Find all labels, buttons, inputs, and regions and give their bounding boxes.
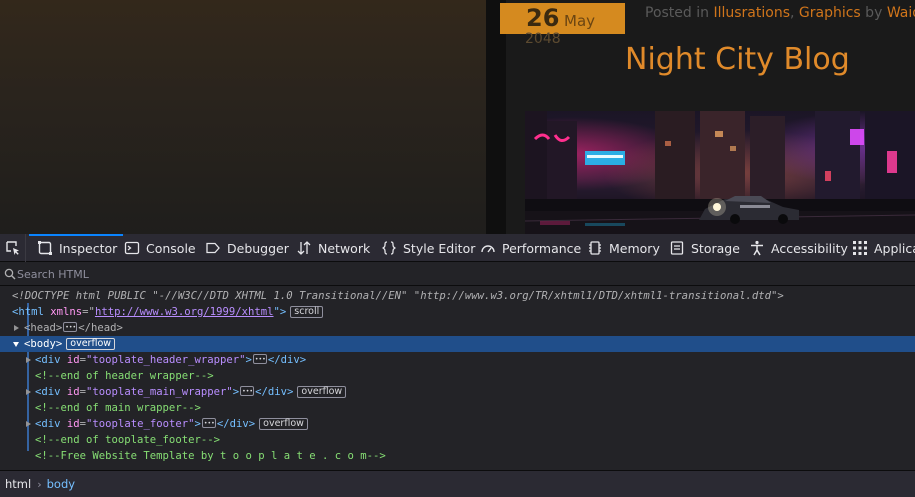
page-background (0, 0, 486, 234)
collapsed-content-icon[interactable] (252, 352, 267, 368)
comment-node: <!--end of tooplate_footer--> (35, 434, 220, 446)
performance-icon (481, 245, 495, 253)
post-date-badge: 26 May (500, 3, 625, 34)
console-icon (124, 241, 140, 255)
tab-inspector[interactable]: Inspector (28, 234, 124, 262)
tab-label: Storage (691, 240, 740, 256)
expand-twisty[interactable] (24, 416, 34, 432)
html-node: <html xmlns="http://www.w3.org/1999/xhtm… (12, 304, 324, 320)
chevron-right-icon: › (37, 477, 42, 491)
markup-row-head[interactable]: <head></head> (0, 320, 915, 336)
div-node-footer: <div id="tooplate_footer"></div>overflow (35, 416, 308, 432)
application-icon (853, 241, 867, 255)
div-node-main-wrapper: <div id="tooplate_main_wrapper"></div>ov… (35, 384, 347, 400)
comment-node: <!--end of header wrapper--> (35, 370, 214, 382)
post-date-day: 26 (526, 4, 560, 32)
tab-label: Memory (609, 240, 660, 256)
comment-node: <!--end of main wrapper--> (35, 402, 201, 414)
style-editor-icon (382, 241, 396, 255)
devtools-panel: Inspector Console Debugger Network Style… (0, 234, 915, 497)
markup-row-main-wrapper[interactable]: <div id="tooplate_main_wrapper"></div>ov… (0, 384, 915, 400)
head-node: <head></head> (24, 320, 123, 336)
search-html-input[interactable] (17, 265, 897, 284)
markup-row-header-wrapper[interactable]: <div id="tooplate_header_wrapper"></div> (0, 352, 915, 368)
overflow-badge[interactable]: overflow (259, 418, 308, 430)
tab-label: Console (146, 240, 196, 256)
tab-style-editor[interactable]: Style Editor (381, 234, 475, 262)
blog-title: Night City Blog (625, 42, 850, 77)
tab-application[interactable]: Applica (852, 234, 915, 262)
post-meta-by: by (860, 5, 887, 21)
post-meta: Posted in Illusrations, Graphics by Waid… (645, 5, 915, 21)
network-icon (297, 241, 311, 255)
post-meta-prefix: Posted in (645, 5, 714, 21)
inspector-icon (38, 241, 52, 255)
overflow-badge[interactable]: overflow (66, 338, 116, 350)
markup-view: <!DOCTYPE html PUBLIC "-//W3C//DTD XHTML… (0, 287, 915, 470)
breadcrumb-item-body[interactable]: body (47, 477, 75, 491)
memory-icon (589, 241, 601, 255)
search-bar (0, 263, 915, 286)
tab-storage[interactable]: Storage (669, 234, 740, 262)
collapsed-content-icon[interactable] (63, 320, 78, 336)
search-icon (4, 268, 16, 280)
markup-row-comment[interactable]: <!--end of tooplate_footer--> (0, 432, 915, 448)
expand-twisty[interactable] (12, 320, 22, 336)
category-link-illustrations[interactable]: Illusrations (713, 5, 790, 21)
markup-row-comment[interactable]: <!--Free Website Template by t o o p l a… (0, 448, 915, 464)
tab-performance[interactable]: Performance (480, 234, 581, 262)
markup-row-footer[interactable]: <div id="tooplate_footer"></div>overflow (0, 416, 915, 432)
comment-node: <!--Free Website Template by t o o p l a… (35, 450, 386, 462)
tab-label: Inspector (59, 240, 118, 256)
collapsed-content-icon[interactable] (201, 416, 216, 432)
tab-console[interactable]: Console (124, 234, 196, 262)
body-node: <body> overflow (24, 336, 116, 352)
tab-network[interactable]: Network (296, 234, 370, 262)
expand-twisty[interactable] (24, 384, 34, 400)
markup-row-body[interactable]: <body> overflow (0, 336, 915, 352)
category-link-graphics[interactable]: Graphics (799, 5, 861, 21)
post-date-year: 2048 (525, 31, 561, 47)
markup-row-comment[interactable]: <!--end of header wrapper--> (0, 368, 915, 384)
scroll-badge[interactable]: scroll (290, 306, 324, 318)
devtools-toolbar: Inspector Console Debugger Network Style… (0, 234, 915, 262)
div-node-header-wrapper: <div id="tooplate_header_wrapper"></div> (35, 352, 306, 368)
tab-label: Style Editor (403, 240, 476, 256)
tab-label: Applica (874, 240, 915, 256)
hero-image-art (525, 111, 915, 234)
post-meta-separator: , (790, 5, 799, 21)
markup-row-html[interactable]: <html xmlns="http://www.w3.org/1999/xhtm… (0, 304, 915, 320)
markup-row-doctype[interactable]: <!DOCTYPE html PUBLIC "-//W3C//DTD XHTML… (0, 288, 915, 304)
expand-twisty[interactable] (24, 352, 34, 368)
accessibility-icon (751, 240, 763, 256)
tab-memory[interactable]: Memory (587, 234, 660, 262)
storage-icon (670, 241, 684, 255)
post-date-month: May (564, 12, 596, 30)
collapsed-content-icon[interactable] (240, 384, 255, 400)
markup-row-comment[interactable]: <!--end of main wrapper--> (0, 400, 915, 416)
page-viewport: 26 May 2048 Posted in Illusrations, Grap… (0, 0, 915, 234)
element-picker-icon (5, 241, 19, 255)
debugger-icon (206, 242, 220, 254)
tab-label: Accessibility (771, 240, 848, 256)
collapse-twisty[interactable] (12, 336, 22, 352)
tab-accessibility[interactable]: Accessibility (749, 234, 848, 262)
tab-label: Debugger (227, 240, 289, 256)
xmlns-link[interactable]: http://www.w3.org/1999/xhtml (95, 306, 274, 318)
tab-debugger[interactable]: Debugger (205, 234, 289, 262)
hero-image (525, 111, 915, 234)
tab-label: Performance (502, 240, 582, 256)
overflow-badge[interactable]: overflow (297, 386, 347, 398)
breadcrumb-item-html[interactable]: html (5, 477, 31, 491)
author-link[interactable]: Waidroc (887, 5, 915, 21)
doctype-node: <!DOCTYPE html PUBLIC "-//W3C//DTD XHTML… (12, 290, 784, 302)
element-picker-button[interactable] (0, 234, 26, 262)
breadcrumb: html › body (0, 470, 915, 497)
tab-label: Network (318, 240, 371, 256)
